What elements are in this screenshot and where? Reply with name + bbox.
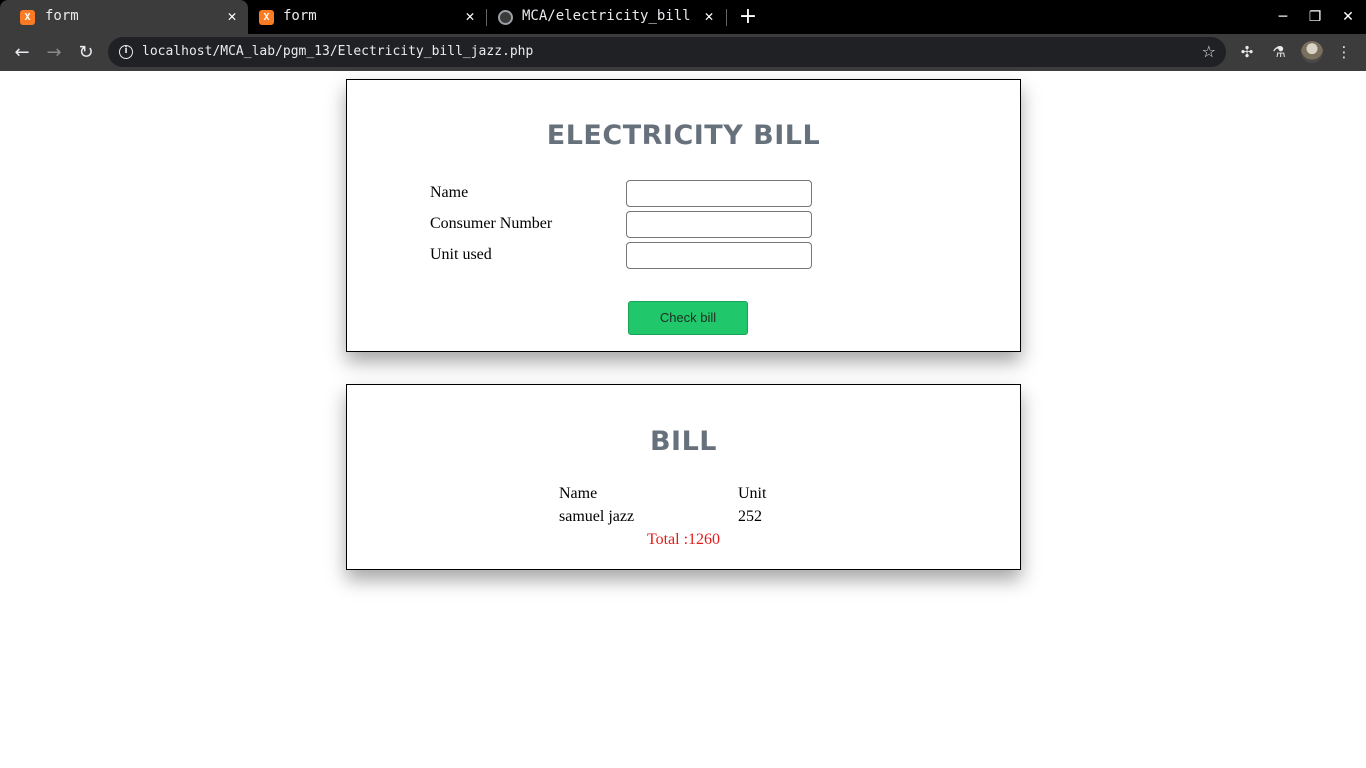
- github-icon: [498, 10, 513, 25]
- bookmark-star-icon[interactable]: ☆: [1202, 42, 1216, 61]
- tab-title: MCA/electricity_bill.php: [522, 8, 692, 24]
- restore-icon[interactable]: ❐: [1307, 8, 1323, 26]
- tab-github[interactable]: MCA/electricity_bill.php ✕: [487, 0, 725, 34]
- tab-separator: [726, 9, 727, 26]
- unit-used-label: Unit used: [430, 246, 492, 263]
- form-heading: ELECTRICITY BILL: [546, 120, 821, 151]
- electricity-bill-form-card: ELECTRICITY BILL Name Consumer Number Un…: [346, 79, 1021, 352]
- new-tab-button[interactable]: +: [737, 6, 759, 28]
- xampp-icon: X: [259, 10, 274, 25]
- menu-kebab-icon[interactable]: ⋮: [1333, 41, 1355, 63]
- minimize-icon[interactable]: ─: [1275, 8, 1291, 26]
- close-icon[interactable]: ✕: [224, 8, 240, 24]
- name-label: Name: [430, 184, 469, 201]
- forward-icon[interactable]: →: [42, 41, 66, 65]
- reload-icon[interactable]: ↻: [74, 41, 98, 65]
- profile-avatar[interactable]: [1301, 41, 1323, 63]
- back-icon[interactable]: ←: [10, 41, 34, 65]
- bill-column-name-header: Name: [559, 485, 598, 502]
- tab-title: form: [283, 8, 317, 24]
- bill-unit-value: 252: [738, 508, 762, 525]
- bill-total: Total :1260: [646, 531, 721, 548]
- tab-form-1[interactable]: X form ✕: [0, 0, 248, 34]
- xampp-icon: X: [20, 10, 35, 25]
- address-bar[interactable]: i localhost/MCA_lab/pgm_13/Electricity_b…: [108, 37, 1226, 67]
- window-close-icon[interactable]: ✕: [1340, 8, 1356, 26]
- labs-flask-icon[interactable]: ⚗: [1268, 41, 1290, 63]
- extensions-puzzle-icon[interactable]: ✣: [1236, 41, 1258, 63]
- bill-name-value: samuel jazz: [559, 508, 635, 525]
- url-text: localhost/MCA_lab/pgm_13/Electricity_bil…: [142, 44, 534, 59]
- tab-form-2[interactable]: X form ✕: [248, 0, 486, 34]
- close-icon[interactable]: ✕: [701, 8, 717, 24]
- bill-heading: BILL: [649, 426, 718, 457]
- unit-used-input[interactable]: [626, 242, 812, 269]
- bill-column-unit-header: Unit: [738, 485, 767, 502]
- info-icon[interactable]: i: [119, 45, 133, 59]
- name-input[interactable]: [626, 180, 812, 207]
- check-bill-button[interactable]: Check bill: [628, 301, 748, 335]
- browser-toolbar: ← → ↻ i localhost/MCA_lab/pgm_13/Electri…: [0, 34, 1366, 71]
- close-icon[interactable]: ✕: [462, 8, 478, 24]
- consumer-number-input[interactable]: [626, 211, 812, 238]
- tab-strip: X form ✕ X form ✕ MCA/electricity_bill.p…: [0, 0, 1366, 34]
- consumer-number-label: Consumer Number: [430, 215, 553, 232]
- tab-title: form: [45, 8, 79, 24]
- bill-result-card: BILL Name Unit samuel jazz 252 Total :12…: [346, 384, 1021, 570]
